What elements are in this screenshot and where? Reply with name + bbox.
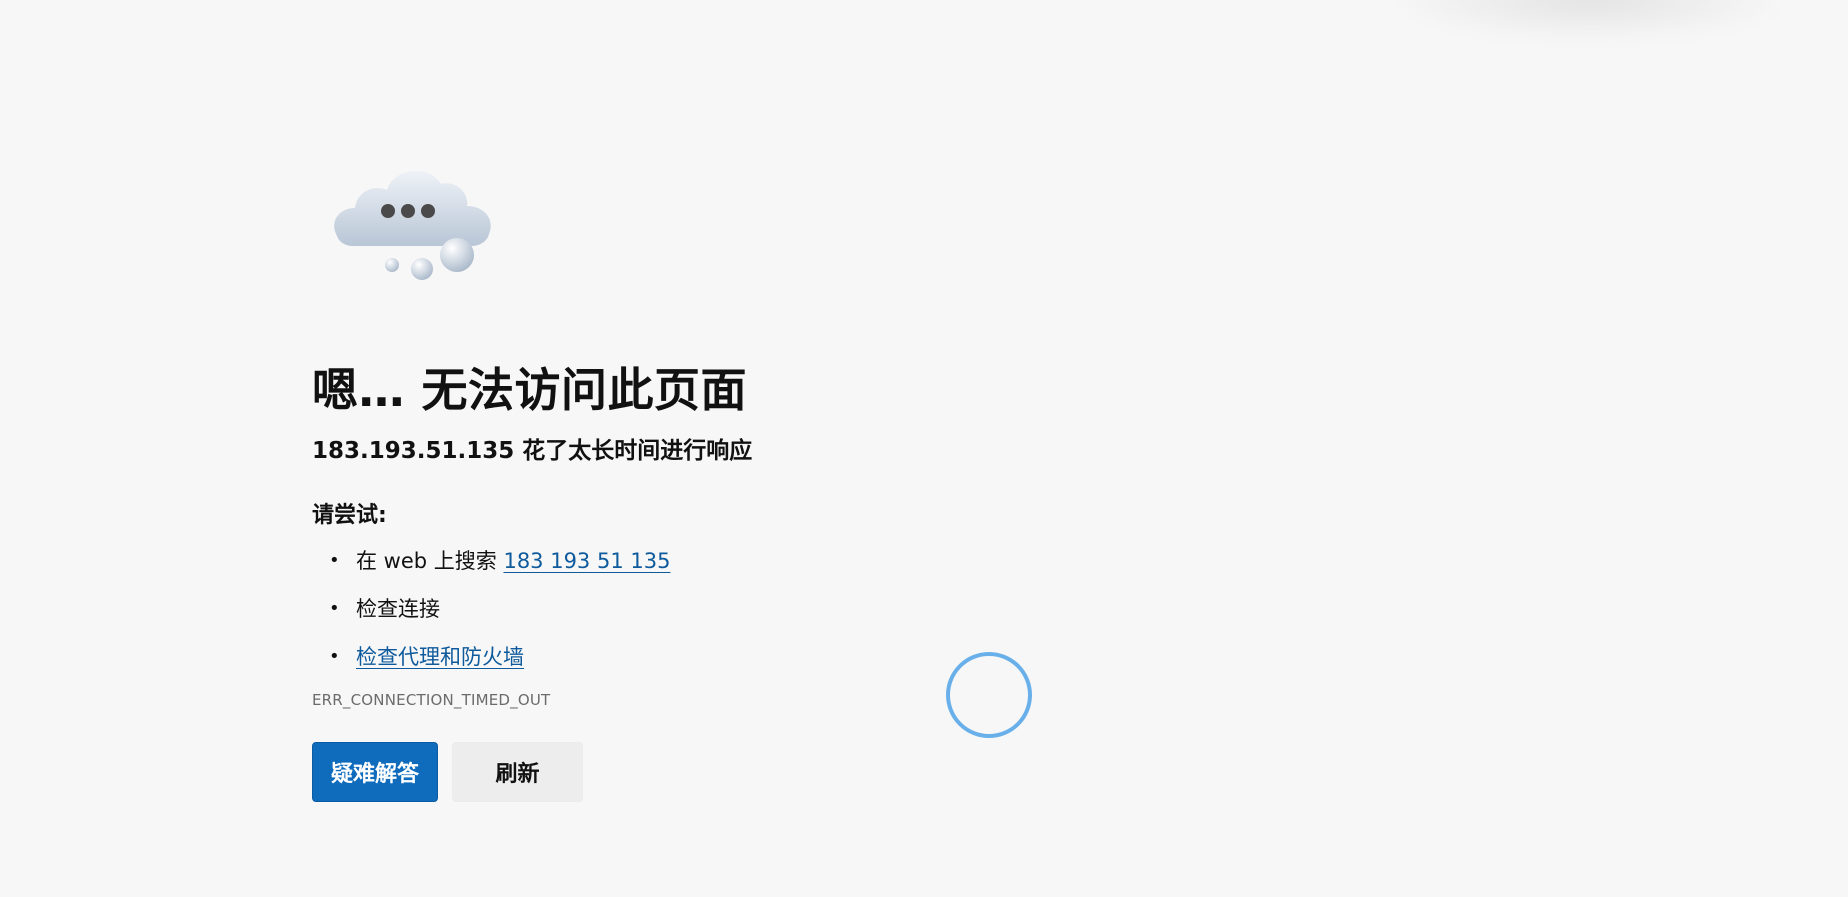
error-subtitle: 183.193.51.135 花了太长时间进行响应 [312,438,753,464]
error-code: ERR_CONNECTION_TIMED_OUT [312,691,551,709]
suggestion-list: • 在 web 上搜索 183 193 51 135 • 检查连接 • 检查代理… [312,544,1212,688]
loading-spinner [946,652,1032,738]
list-item: • 在 web 上搜索 183 193 51 135 [312,544,1212,592]
list-item: • 检查代理和防火墙 [312,640,1212,688]
cloud-dots-icon [329,158,499,288]
check-connection-text: 检查连接 [356,597,440,621]
list-item: • 检查连接 [312,592,1212,640]
button-row: 疑难解答 刷新 [312,742,1212,802]
refresh-button[interactable]: 刷新 [452,742,583,802]
top-shadow [1400,0,1780,40]
bullet: • [329,598,340,619]
search-prefix: 在 web 上搜索 [356,549,504,573]
bullet: • [329,550,340,571]
bullet: • [329,646,340,667]
page-title: 嗯… 无法访问此页面 [312,363,748,417]
troubleshoot-button[interactable]: 疑难解答 [312,742,438,802]
try-heading: 请尝试: [312,503,387,528]
error-content: 嗯… 无法访问此页面 183.193.51.135 花了太长时间进行响应 请尝试… [312,158,1212,802]
error-page: 嗯… 无法访问此页面 183.193.51.135 花了太长时间进行响应 请尝试… [0,0,1848,897]
search-web-link[interactable]: 183 193 51 135 [503,549,670,573]
check-proxy-firewall-link[interactable]: 检查代理和防火墙 [356,645,524,669]
